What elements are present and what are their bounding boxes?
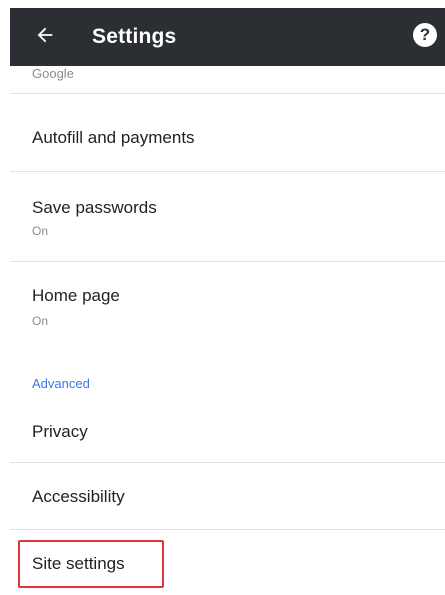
left-edge xyxy=(0,0,8,595)
settings-item-save-passwords[interactable]: Save passwords On xyxy=(10,172,445,254)
settings-item-home-page[interactable]: Home page On xyxy=(10,262,445,348)
help-icon[interactable]: ? xyxy=(413,23,437,47)
page-title: Settings xyxy=(92,25,177,48)
section-header-advanced: Advanced xyxy=(32,376,90,391)
item-sub: On xyxy=(32,314,49,328)
highlight-box xyxy=(18,540,164,588)
item-label: Save passwords xyxy=(32,198,157,217)
partial-item-sub: Google xyxy=(32,66,74,81)
app-toolbar: Settings ? xyxy=(10,8,445,66)
arrow-back-icon xyxy=(34,24,56,51)
settings-list: Google Autofill and payments Save passwo… xyxy=(10,66,445,595)
settings-item-accessibility[interactable]: Accessibility xyxy=(10,463,445,529)
settings-item-autofill[interactable]: Autofill and payments xyxy=(10,94,445,162)
back-button[interactable] xyxy=(10,8,80,66)
item-sub: On xyxy=(32,224,49,238)
settings-item-privacy[interactable]: Privacy xyxy=(10,406,445,462)
item-label: Home page xyxy=(32,286,120,305)
item-label: Autofill and payments xyxy=(32,128,195,147)
settings-screen: Settings ? Google Autofill and payments … xyxy=(0,0,445,595)
item-label: Accessibility xyxy=(32,487,125,506)
item-label: Privacy xyxy=(32,422,88,441)
